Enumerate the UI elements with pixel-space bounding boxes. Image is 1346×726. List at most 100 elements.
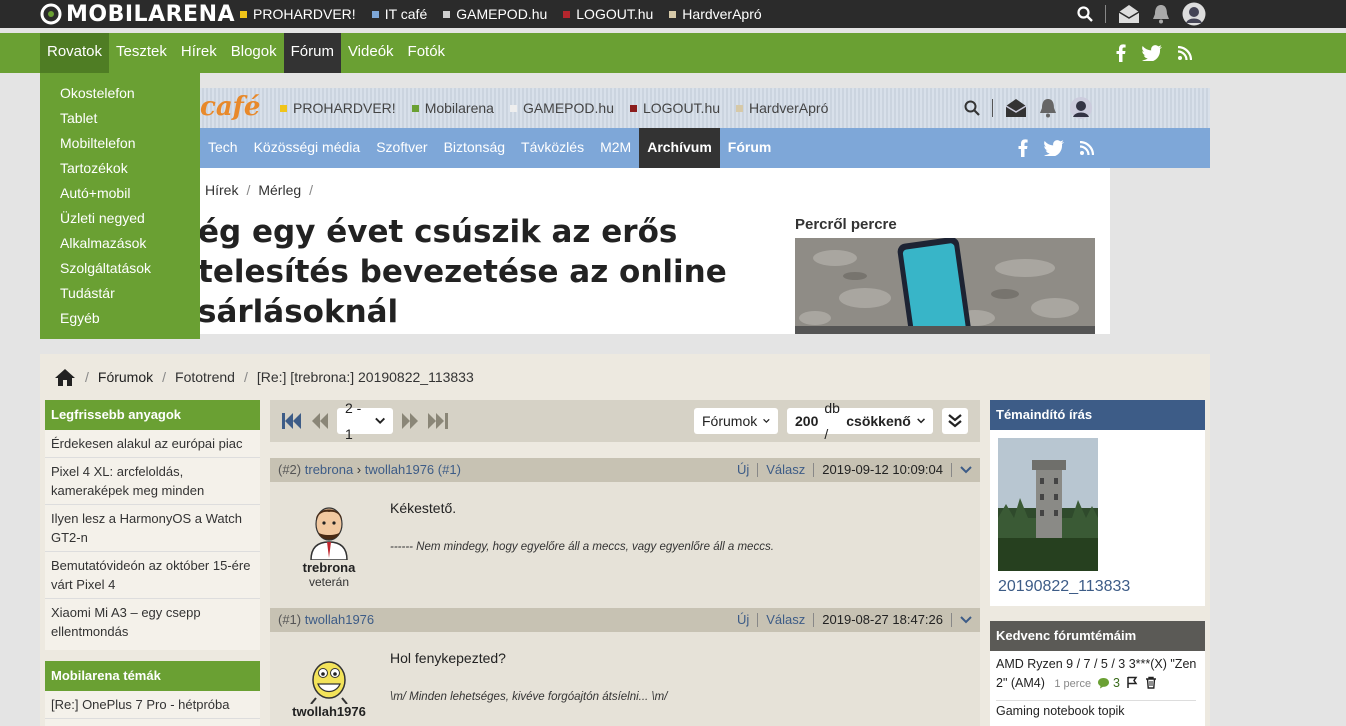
mobilarena-topics-list: [Re:] OnePlus 7 Pro - hétpróba xyxy=(45,691,260,726)
itc-nav-tavkozles[interactable]: Távközlés xyxy=(513,128,592,168)
top-link-hardverapro[interactable]: HardverApró xyxy=(669,6,762,22)
reply-button[interactable]: Válasz xyxy=(766,608,805,632)
itc-nav-forum[interactable]: Fórum xyxy=(720,128,780,168)
dropdown-item-tudastar[interactable]: Tudástár xyxy=(40,283,200,308)
nav-hirek[interactable]: Hírek xyxy=(174,33,224,73)
rss-icon[interactable] xyxy=(1080,141,1094,155)
topic-starter-caption[interactable]: 20190822_113833 xyxy=(998,578,1130,596)
topic-item[interactable]: [Re:] OnePlus 7 Pro - hétpróba xyxy=(45,691,260,719)
flag-icon[interactable] xyxy=(1126,676,1138,689)
itc-nav-kozossegi-media[interactable]: Közösségi média xyxy=(246,128,369,168)
itc-link-hardverapro[interactable]: HardverApró xyxy=(736,100,828,116)
square-icon xyxy=(280,104,287,112)
next-page-icon[interactable] xyxy=(400,413,420,429)
user-avatar-icon[interactable] xyxy=(1069,96,1093,120)
itc-crumb-merleg[interactable]: Mérleg xyxy=(258,182,301,198)
mobilarena-logo[interactable]: MOBILARENA xyxy=(40,2,235,27)
top-link-itcafe[interactable]: IT café xyxy=(371,6,427,22)
user-avatar-icon[interactable] xyxy=(1182,2,1206,26)
rss-icon[interactable] xyxy=(1178,46,1192,60)
avatar[interactable] xyxy=(308,654,350,704)
post-author-link[interactable]: trebrona xyxy=(305,462,353,477)
crumb-forumok[interactable]: Fórumok xyxy=(98,369,153,385)
rovatok-dropdown-menu: Okostelefon Tablet Mobiltelefon Tartozék… xyxy=(40,73,200,339)
envelope-open-icon[interactable] xyxy=(1118,4,1140,24)
twitter-icon[interactable] xyxy=(1044,140,1064,156)
dropdown-item-mobiltelefon[interactable]: Mobiltelefon xyxy=(40,133,200,158)
chevron-down-icon[interactable] xyxy=(960,466,972,474)
itcafe-logo[interactable]: café xyxy=(200,92,260,122)
reply-to-number[interactable]: (#1) xyxy=(438,462,461,477)
expand-all-button[interactable] xyxy=(942,408,968,434)
itc-link-logout[interactable]: LOGOUT.hu xyxy=(629,100,720,116)
post-author-link[interactable]: twollah1976 xyxy=(305,612,374,627)
topic-starter-thumbnail[interactable] xyxy=(998,438,1098,571)
search-icon[interactable] xyxy=(1077,6,1093,22)
top-link-logout[interactable]: LOGOUT.hu xyxy=(563,6,653,22)
post-number[interactable]: (#1) xyxy=(278,612,301,627)
nav-blogok[interactable]: Blogok xyxy=(224,33,284,73)
article-headline[interactable]: ég egy évet csúszik az erős telesítés be… xyxy=(198,212,738,332)
latest-article-item[interactable]: Xiaomi Mi A3 – egy csepp ellentmondás xyxy=(45,599,260,645)
itc-link-prohardver[interactable]: PROHARDVER! xyxy=(280,100,396,116)
new-post-link[interactable]: Új xyxy=(737,458,749,482)
nav-rovatok[interactable]: Rovatok xyxy=(40,33,110,73)
post-number[interactable]: (#2) xyxy=(278,462,301,477)
itc-nav-szoftver[interactable]: Szoftver xyxy=(368,128,435,168)
search-icon[interactable] xyxy=(964,100,980,116)
last-page-icon[interactable] xyxy=(428,413,448,429)
latest-article-item[interactable]: Ilyen lesz a HarmonyOS a Watch GT2-n xyxy=(45,505,260,552)
itc-nav-archivum[interactable]: Archívum xyxy=(639,128,720,168)
latest-article-item[interactable]: Bemutatóvideón az október 15-ére várt Pi… xyxy=(45,552,260,599)
dropdown-item-egyeb[interactable]: Egyéb xyxy=(40,308,200,333)
itcafe-article-preview: Hírek / Mérleg / ég egy évet csúszik az erő… xyxy=(40,168,1110,334)
avatar[interactable] xyxy=(307,502,351,560)
itc-link-gamepod[interactable]: GAMEPOD.hu xyxy=(509,100,614,116)
itc-nav-biztonsag[interactable]: Biztonság xyxy=(436,128,513,168)
twitter-icon[interactable] xyxy=(1142,45,1162,61)
facebook-icon[interactable] xyxy=(1018,139,1028,157)
bell-icon[interactable] xyxy=(1039,98,1057,118)
nav-forum[interactable]: Fórum xyxy=(283,33,341,73)
latest-article-item[interactable]: Pixel 4 XL: arcfeloldás, kameraképek meg… xyxy=(45,458,260,505)
article-thumbnail[interactable] xyxy=(795,238,1095,334)
dropdown-item-szolgaltatasok[interactable]: Szolgáltatások xyxy=(40,258,200,283)
chevron-down-icon[interactable] xyxy=(960,616,972,624)
dropdown-item-auto-mobil[interactable]: Autó+mobil xyxy=(40,183,200,208)
favorite-topic-item[interactable]: AMD Ryzen 9 / 7 / 5 / 3 3***(X) "Zen 2" … xyxy=(996,655,1202,694)
dropdown-item-uzleti-negyed[interactable]: Üzleti negyed xyxy=(40,208,200,233)
trash-icon[interactable] xyxy=(1145,676,1157,689)
sort-order-select[interactable]: 200 db / csökkenő xyxy=(787,400,933,442)
itc-nav-m2m[interactable]: M2M xyxy=(592,128,639,168)
top-link-prohardver[interactable]: PROHARDVER! xyxy=(240,6,356,22)
crumb-fototrend[interactable]: Fototrend xyxy=(175,369,235,385)
nav-fotok[interactable]: Fotók xyxy=(401,33,453,73)
latest-article-item[interactable]: Érdekesen alakul az európai piac xyxy=(45,430,260,458)
top-link-gamepod[interactable]: GAMEPOD.hu xyxy=(443,6,547,22)
dropdown-item-okostelefon[interactable]: Okostelefon xyxy=(40,83,200,108)
first-page-icon[interactable] xyxy=(282,413,302,429)
square-icon xyxy=(509,104,517,112)
reply-to-link[interactable]: twollah1976 xyxy=(365,462,434,477)
dropdown-item-tartozekok[interactable]: Tartozékok xyxy=(40,158,200,183)
dropdown-item-tablet[interactable]: Tablet xyxy=(40,108,200,133)
envelope-open-icon[interactable] xyxy=(1005,98,1027,118)
nav-tesztek[interactable]: Tesztek xyxy=(109,33,174,73)
post-header: (#1) twollah1976 Új Válasz 2019-08-27 18:4… xyxy=(270,608,980,632)
reply-button[interactable]: Válasz xyxy=(766,458,805,482)
page-select[interactable]: 2 - 1 xyxy=(337,400,393,442)
previous-page-icon[interactable] xyxy=(310,413,330,429)
author-name[interactable]: twollah1976 xyxy=(270,704,388,719)
itc-nav-tech[interactable]: Tech xyxy=(200,128,246,168)
facebook-icon[interactable] xyxy=(1116,44,1126,62)
forum-scope-select[interactable]: Fórumok xyxy=(694,408,778,434)
new-post-link[interactable]: Új xyxy=(737,608,749,632)
bell-icon[interactable] xyxy=(1152,4,1170,24)
home-icon[interactable] xyxy=(54,368,76,387)
nav-videok[interactable]: Videók xyxy=(341,33,401,73)
favorite-topic-item[interactable]: Gaming notebook topik xyxy=(996,702,1202,721)
itc-link-mobilarena[interactable]: Mobilarena xyxy=(411,100,494,116)
dropdown-item-alkalmazasok[interactable]: Alkalmazások xyxy=(40,233,200,258)
author-name[interactable]: trebrona xyxy=(270,560,388,575)
itc-crumb-hirek[interactable]: Hírek xyxy=(205,182,238,198)
